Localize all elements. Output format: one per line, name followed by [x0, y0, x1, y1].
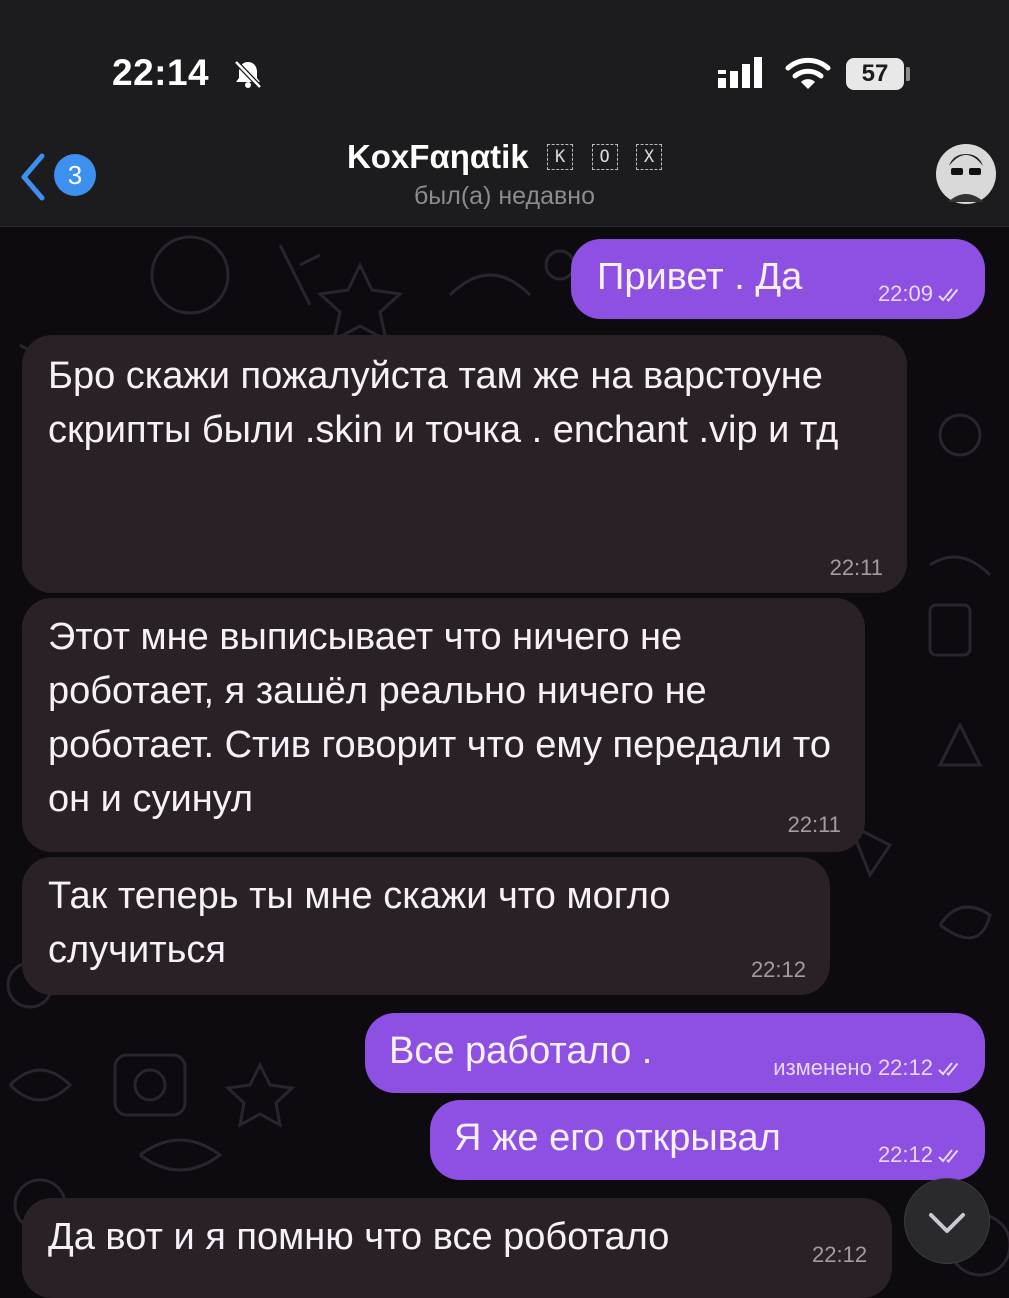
- title-tag: O: [591, 144, 618, 170]
- double-check-icon: [938, 1062, 959, 1077]
- message-text: Я же его открывал: [454, 1117, 781, 1159]
- message-time: 22:11: [787, 812, 841, 837]
- message-time: 22:12: [812, 1242, 868, 1267]
- message-time: 22:12: [877, 1142, 933, 1167]
- chat-title-row[interactable]: KoxFαηαtik K O X: [0, 138, 1009, 176]
- message-time: 22:12: [877, 1055, 933, 1080]
- message-text: Все работало .: [389, 1030, 653, 1072]
- message-outgoing[interactable]: Все работало . изменено 22:12: [365, 1013, 985, 1093]
- edited-label: изменено: [773, 1055, 872, 1080]
- message-time: 22:11: [829, 555, 883, 580]
- double-check-icon: [938, 1149, 959, 1164]
- message-time: 22:12: [750, 957, 806, 982]
- battery-tip: [906, 67, 910, 81]
- message-incoming[interactable]: Да вот и я помню что все роботало 22:12: [22, 1198, 892, 1298]
- message-outgoing[interactable]: Я же его открывал 22:12: [430, 1100, 985, 1180]
- message-outgoing[interactable]: Привет . Да 22:09: [571, 239, 985, 319]
- message-text: Бро скажи пожалуйста там же на варстоуне…: [48, 355, 839, 451]
- message-text: Этот мне выписывает что ничего не робота…: [48, 616, 832, 820]
- message-text: Да вот и я помню что все роботало: [48, 1216, 670, 1258]
- message-incoming[interactable]: Так теперь ты мне скажи что могло случит…: [22, 857, 830, 995]
- last-seen-status: был(а) недавно: [413, 182, 596, 210]
- battery-indicator: 57: [846, 58, 904, 90]
- wifi-icon: [785, 57, 831, 89]
- message-text: Привет . Да: [597, 256, 803, 298]
- bell-slash-icon: [234, 60, 262, 89]
- double-check-icon: [938, 288, 959, 303]
- status-time: 22:14: [112, 52, 210, 93]
- chat-title[interactable]: KoxFαηαtik: [347, 138, 529, 175]
- message-meta: 22:12: [878, 1142, 963, 1168]
- message-incoming[interactable]: Бро скажи пожалуйста там же на варстоуне…: [22, 335, 907, 593]
- chevron-down-icon: [929, 1213, 965, 1233]
- scroll-down-button[interactable]: [904, 1178, 990, 1264]
- message-meta: изменено 22:12: [773, 1055, 963, 1081]
- message-time: 22:09: [877, 281, 933, 306]
- message-meta: 22:09: [878, 281, 963, 307]
- title-tag: K: [547, 144, 574, 170]
- message-text: Так теперь ты мне скажи что могло случит…: [48, 875, 671, 971]
- avatar[interactable]: [935, 130, 997, 218]
- message-incoming[interactable]: Этот мне выписывает что ничего не робота…: [22, 598, 865, 852]
- signal-icon: [718, 57, 762, 88]
- chat-header: 3 KoxFαηαtik K O X был(а) недавно: [0, 130, 1009, 227]
- title-tag: X: [636, 144, 663, 170]
- status-bar: 22:14 57: [0, 0, 1009, 130]
